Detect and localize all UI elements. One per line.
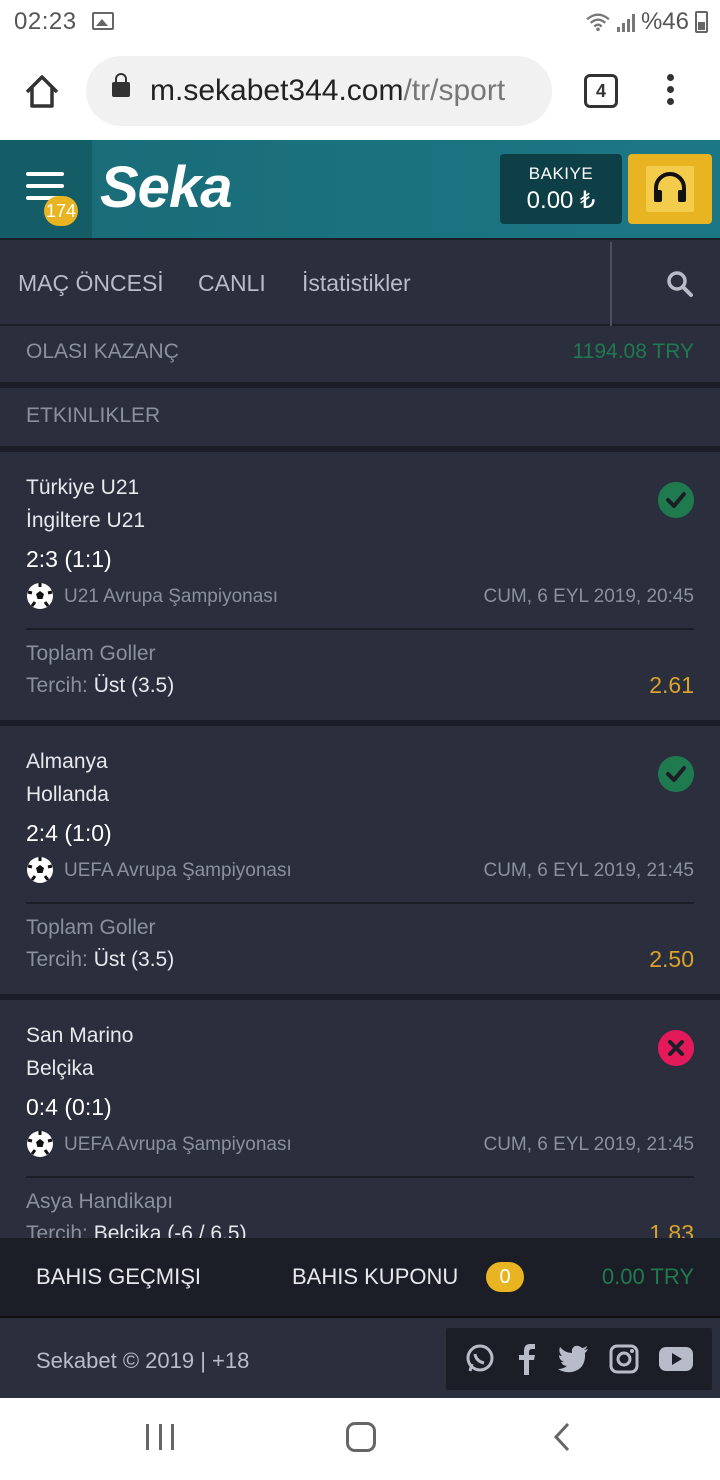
recent-apps-icon[interactable]: [146, 1424, 174, 1450]
site-header: 174 Seka BAKIYE 0.00 ₺: [0, 140, 720, 238]
balance-label: BAKIYE: [500, 164, 622, 184]
pick-row: Tercih: Belçika (-6 / 6.5): [26, 1222, 247, 1238]
odds-value: 2.61: [649, 672, 694, 699]
match-date: CUM, 6 EYL 2019, 21:45: [483, 860, 694, 882]
bet-history-button[interactable]: BAHIS GEÇMIŞI: [36, 1264, 201, 1290]
nav-divider: [610, 242, 612, 328]
browser-toolbar: m.sekabet344.com/tr/sport 4: [0, 44, 720, 140]
event-card: Almanya Hollanda 2:4 (1:0) UEFA Avrupa Ş…: [0, 726, 720, 994]
win-check-icon: [658, 482, 694, 518]
url-text: m.sekabet344.com/tr/sport: [150, 74, 505, 108]
status-icons: %46: [585, 8, 708, 36]
tab-switcher-button[interactable]: 4: [584, 74, 618, 108]
match-score: 0:4 (0:1): [26, 1094, 112, 1121]
battery-percent: %46: [641, 8, 689, 36]
facebook-icon[interactable]: [515, 1343, 537, 1375]
sport-nav: MAÇ ÖNCESİ CANLI İstatistikler: [0, 238, 720, 326]
balance-value: 0.00 ₺: [500, 186, 622, 215]
support-button[interactable]: [628, 154, 712, 224]
pick-row: Tercih: Üst (3.5): [26, 948, 174, 972]
away-team: Belçika: [26, 1057, 94, 1081]
away-team: Hollanda: [26, 783, 109, 807]
bet-bar: BAHIS GEÇMIŞI BAHIS KUPONU 0 0.00 TRY: [0, 1238, 720, 1318]
lose-x-icon: [658, 1030, 694, 1066]
league-name: UEFA Avrupa Şampiyonası: [64, 860, 292, 882]
gallery-icon: [92, 12, 114, 30]
footer: Sekabet © 2019 | +18: [0, 1318, 720, 1398]
tab-live[interactable]: CANLI: [198, 270, 266, 297]
market-name: Asya Handikapı: [26, 1190, 173, 1214]
pick-value: Üst (3.5): [94, 948, 175, 971]
events-header: ETKINLIKLER: [0, 388, 720, 446]
battery-icon: [695, 11, 708, 33]
android-home-icon[interactable]: [346, 1422, 376, 1452]
potential-win-label: OLASI KAZANÇ: [26, 340, 179, 364]
home-team: Almanya: [26, 750, 108, 774]
pick-value: Belçika (-6 / 6.5): [94, 1222, 247, 1238]
signal-icon: [617, 12, 635, 32]
tab-statistics[interactable]: İstatistikler: [302, 270, 411, 297]
card-divider: [26, 1176, 694, 1178]
market-name: Toplam Goller: [26, 916, 156, 940]
pick-row: Tercih: Üst (3.5): [26, 674, 174, 698]
match-date: CUM, 6 EYL 2019, 21:45: [483, 1134, 694, 1156]
site-logo[interactable]: Seka: [100, 154, 231, 221]
home-icon[interactable]: [22, 72, 62, 112]
soccer-ball-icon: [26, 582, 54, 610]
notification-badge: 174: [44, 196, 78, 226]
menu-button[interactable]: 174: [0, 140, 92, 238]
search-icon[interactable]: [666, 270, 694, 298]
bet-coupon-button[interactable]: BAHIS KUPONU: [292, 1264, 458, 1290]
card-divider: [26, 628, 694, 630]
twitter-icon[interactable]: [557, 1345, 589, 1373]
odds-value: 1.83: [649, 1220, 694, 1238]
more-menu-icon[interactable]: [664, 74, 676, 110]
lock-icon: [112, 82, 130, 97]
away-team: İngiltere U21: [26, 509, 145, 533]
potential-win-row: OLASI KAZANÇ 1194.08 TRY: [0, 326, 720, 384]
tab-pre-match[interactable]: MAÇ ÖNCESİ: [18, 270, 164, 297]
home-team: Türkiye U21: [26, 476, 139, 500]
balance-box[interactable]: BAKIYE 0.00 ₺: [500, 154, 622, 224]
copyright-text: Sekabet © 2019 | +18: [36, 1348, 249, 1374]
home-team: San Marino: [26, 1024, 133, 1048]
match-score: 2:3 (1:1): [26, 546, 112, 573]
soccer-ball-icon: [26, 1130, 54, 1158]
coupon-details: OLASI KAZANÇ 1194.08 TRY ETKINLIKLER Tür…: [0, 326, 720, 1238]
match-date: CUM, 6 EYL 2019, 20:45: [483, 586, 694, 608]
market-name: Toplam Goller: [26, 642, 156, 666]
win-check-icon: [658, 756, 694, 792]
headset-icon: [646, 166, 694, 212]
league-name: U21 Avrupa Şampiyonası: [64, 586, 278, 608]
wifi-icon: [585, 12, 611, 32]
status-bar: 02:23 %46: [0, 0, 720, 44]
event-card: San Marino Belçika 0:4 (0:1) UEFA Avrupa…: [0, 1000, 720, 1238]
odds-value: 2.50: [649, 946, 694, 973]
coupon-total: 0.00 TRY: [602, 1264, 694, 1290]
events-label: ETKINLIKLER: [26, 404, 160, 428]
soccer-ball-icon: [26, 856, 54, 884]
pick-value: Üst (3.5): [94, 674, 175, 697]
back-icon[interactable]: [552, 1422, 572, 1452]
android-nav-bar: [0, 1398, 720, 1480]
match-score: 2:4 (1:0): [26, 820, 112, 847]
coupon-count-badge: 0: [486, 1262, 524, 1292]
address-bar[interactable]: m.sekabet344.com/tr/sport: [86, 56, 552, 126]
league-name: UEFA Avrupa Şampiyonası: [64, 1134, 292, 1156]
status-time: 02:23: [14, 8, 77, 36]
event-card: Türkiye U21 İngiltere U21 2:3 (1:1) U21 …: [0, 452, 720, 720]
potential-win-value: 1194.08 TRY: [573, 340, 694, 364]
social-links: [446, 1328, 712, 1390]
whatsapp-icon[interactable]: [464, 1343, 496, 1375]
youtube-icon[interactable]: [658, 1345, 694, 1373]
instagram-icon[interactable]: [609, 1344, 639, 1374]
card-divider: [26, 902, 694, 904]
